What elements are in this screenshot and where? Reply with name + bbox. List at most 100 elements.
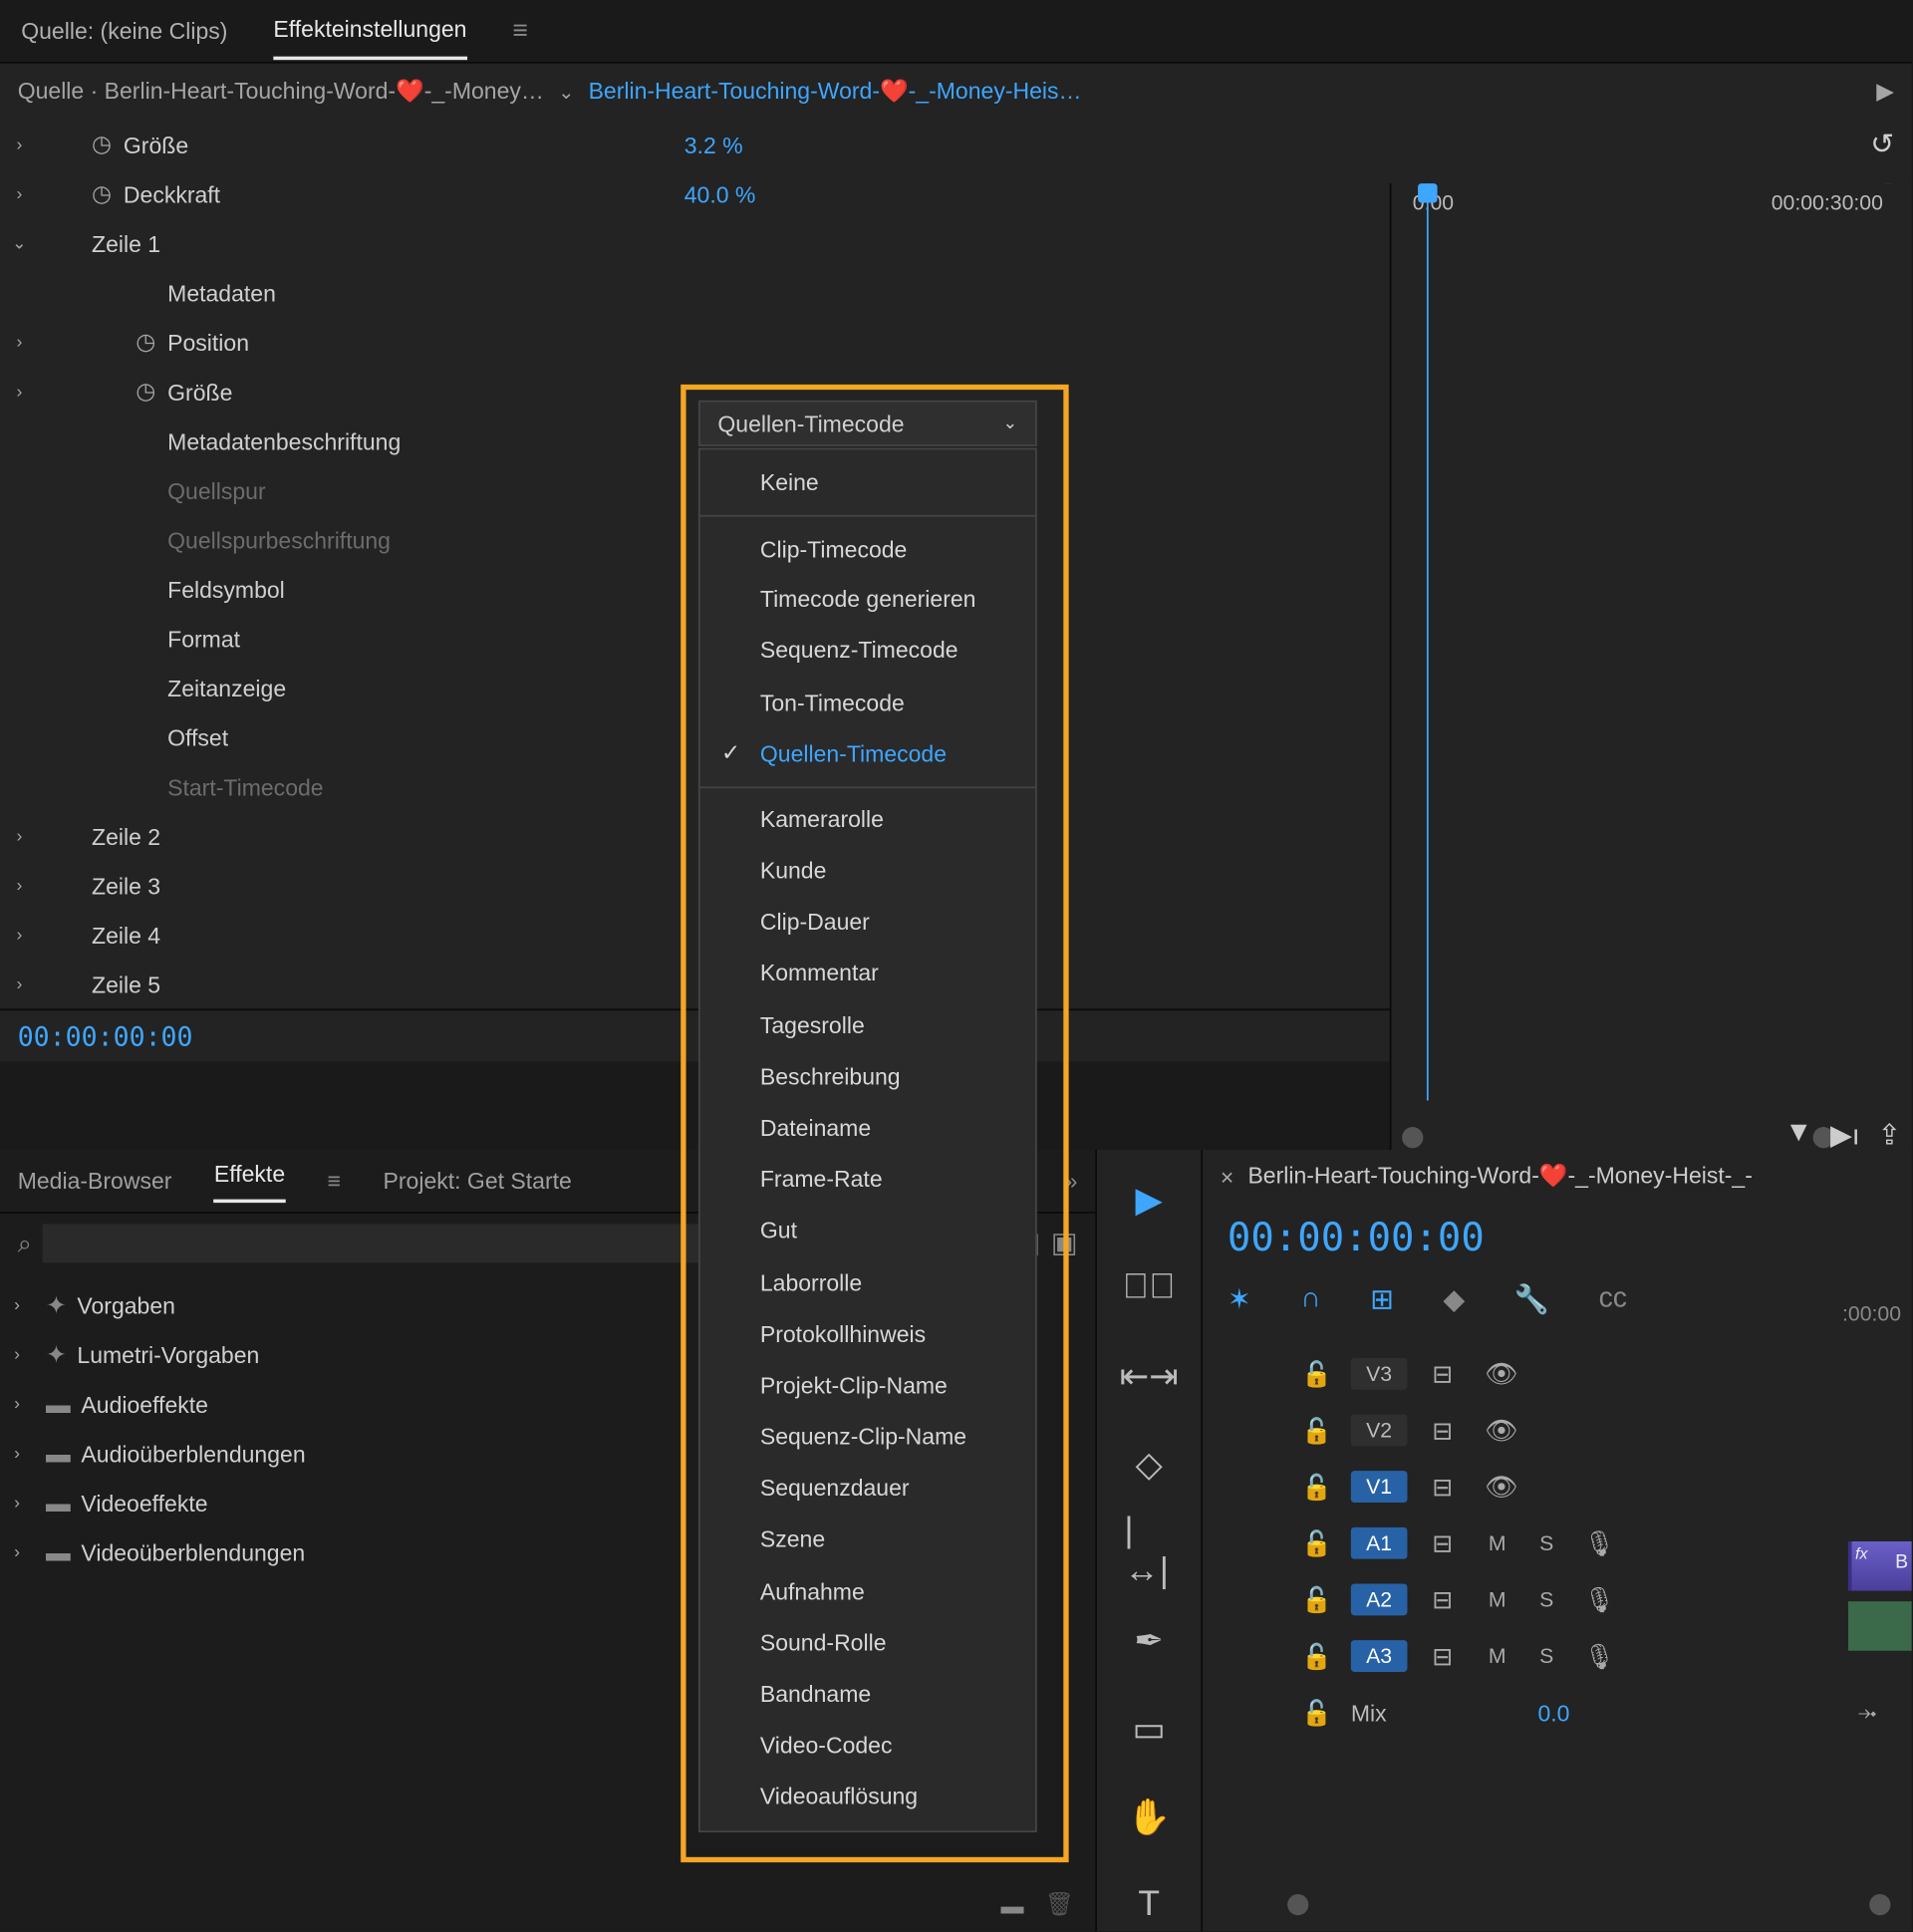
dropdown-item[interactable]: Szene [700,1514,1035,1565]
new-bin-icon[interactable]: ▬ [1000,1891,1023,1918]
eye-icon[interactable]: 👁 [1485,1358,1512,1390]
cc-icon[interactable]: cc [1599,1284,1627,1316]
zoom-handle-left[interactable] [1402,1127,1423,1148]
dropdown-item[interactable]: Video-Codec [700,1720,1035,1772]
dropdown-item[interactable]: Clip-Dauer [700,896,1035,948]
dropdown-item[interactable]: Ton-Timecode [700,677,1035,728]
pen-tool-icon[interactable]: ✒ [1124,1615,1174,1665]
track-a1[interactable]: 🔓A1⊟MS🎙 [1203,1515,1912,1571]
effect-timeline[interactable]: 0:00 00:00:30:00 ▼ ▶ı ⇪ [1390,183,1912,1157]
dropdown-item[interactable]: Gut [700,1205,1035,1256]
badge-icon[interactable]: ▣ [1051,1226,1078,1260]
track-a3[interactable]: 🔓A3⊟MS🎙 [1203,1628,1912,1685]
playhead[interactable] [1427,183,1429,1100]
dropdown-item[interactable]: Timecode generieren [700,574,1035,626]
playhead-timecode[interactable]: 00:00:00:00 [18,1020,193,1052]
export-icon[interactable]: ⇪ [1877,1118,1901,1153]
val-groesse[interactable]: 3.2 % [684,132,743,158]
film-icon[interactable]: ⊟ [1432,1528,1460,1558]
tab-media-browser[interactable]: Media-Browser [18,1168,172,1195]
track-v2[interactable]: 🔓 V2 ⊟ 👁 [1203,1402,1912,1459]
track-label[interactable]: V1 [1351,1471,1408,1503]
ripple-tool-icon[interactable]: ⇤⇥ [1124,1351,1174,1401]
dropdown-item[interactable]: Videoauflösung [700,1772,1035,1823]
tab-project[interactable]: Projekt: Get Starte [384,1168,572,1195]
dropdown-item[interactable]: Beschreibung [700,1050,1035,1102]
dropdown-item[interactable]: Frame-Rate [700,1154,1035,1206]
tab-source[interactable]: Quelle: (keine Clips) [21,4,227,59]
dropdown-item[interactable]: Kommentar [700,948,1035,999]
dropdown-item[interactable]: Sequenz-Timecode [700,625,1035,677]
dropdown-item[interactable]: Sound-Rolle [700,1617,1035,1669]
audio-clip[interactable] [1848,1601,1912,1651]
film-icon[interactable]: ⊟ [1432,1415,1460,1445]
zoom-scrollbar[interactable] [1402,1125,1834,1150]
dropdown-item[interactable]: Kunde [700,845,1035,897]
dropdown-item[interactable]: Kamerarolle [700,786,1035,844]
val-deckkraft[interactable]: 40.0 % [684,180,756,207]
track-label[interactable]: A3 [1351,1640,1408,1672]
dropdown-item[interactable]: Quellen-Timecode [700,728,1035,780]
slip-tool-icon[interactable]: |↔| [1124,1527,1174,1577]
dropdown-item[interactable]: Aufnahme [700,1565,1035,1617]
dropdown-item[interactable]: Clip-Timecode [700,515,1035,573]
dropdown-item[interactable]: Keine [700,456,1035,508]
output-icon[interactable]: ⤞ [1858,1699,1876,1727]
metadata-dropdown[interactable]: Quellen-Timecode ⌄ [698,401,1037,446]
eye-icon[interactable]: 👁 [1485,1415,1512,1447]
lock-icon[interactable]: 🔓 [1301,1641,1326,1671]
marker-icon[interactable]: ◆ [1443,1282,1465,1317]
film-icon[interactable]: ⊟ [1432,1472,1460,1502]
close-icon[interactable]: × [1221,1163,1233,1190]
dropdown-item[interactable]: Bandname [700,1668,1035,1720]
dropdown-item[interactable]: Projekt-Clip-Name [700,1359,1035,1411]
overflow-icon[interactable]: » [1065,1168,1078,1195]
zoom-handle-right[interactable] [1869,1894,1890,1915]
timeline-zoom-scrollbar[interactable] [1287,1892,1890,1917]
selection-tool-icon[interactable]: ▶ [1124,1175,1174,1225]
dropdown-item[interactable]: Dateiname [700,1102,1035,1154]
mic-icon[interactable]: 🎙 [1583,1641,1614,1671]
panel-menu-icon[interactable]: ≡ [328,1168,341,1195]
type-tool-icon[interactable]: T [1124,1880,1174,1930]
mic-icon[interactable]: 🎙 [1583,1584,1614,1614]
track-v3[interactable]: 🔓V3⊟👁 [1203,1346,1912,1403]
lock-icon[interactable]: 🔓 [1301,1415,1326,1445]
mix-value[interactable]: 0.0 [1537,1699,1569,1726]
trash-icon[interactable]: 🗑 [1045,1890,1074,1918]
film-icon[interactable]: ⊟ [1432,1584,1460,1614]
track-label[interactable]: A1 [1351,1527,1408,1559]
hand-tool-icon[interactable]: ✋ [1124,1792,1174,1841]
filter-icon[interactable]: ▼ [1784,1118,1812,1153]
sequence-timecode[interactable]: 00:00:00:00 [1203,1203,1912,1275]
dropdown-item[interactable]: Laborrolle [700,1256,1035,1308]
track-mix[interactable]: 🔓Mix0.0⤞ [1203,1684,1912,1741]
wrench-icon[interactable]: 🔧 [1514,1282,1549,1317]
lock-icon[interactable]: 🔓 [1301,1359,1326,1389]
snap-icon[interactable]: ✶ [1228,1282,1251,1317]
reset-icon[interactable]: ↺ [1859,127,1894,161]
panel-menu-icon[interactable]: ≡ [512,16,528,46]
sequence-tab-name[interactable]: Berlin-Heart-Touching-Word-❤️-_-Money-He… [1247,1162,1752,1190]
dropdown-item[interactable]: Protokollhinweis [700,1308,1035,1360]
metadata-dropdown-menu[interactable]: KeineClip-TimecodeTimecode generierenSeq… [698,448,1037,1832]
sequence-clip-name[interactable]: Berlin-Heart-Touching-Word-❤️-_-Money-He… [589,78,1082,106]
lock-icon[interactable]: 🔓 [1301,1528,1326,1558]
rectangle-tool-icon[interactable]: ▭ [1124,1704,1174,1754]
eye-icon[interactable]: 👁 [1485,1471,1512,1503]
track-label[interactable]: V2 [1351,1415,1408,1447]
zoom-handle-left[interactable] [1287,1894,1308,1915]
mic-icon[interactable]: 🎙 [1583,1528,1614,1558]
dropdown-item[interactable]: Sequenzdauer [700,1463,1035,1515]
track-label[interactable]: V3 [1351,1358,1408,1390]
track-select-tool-icon[interactable]: ⟶⃞ [1124,1262,1174,1312]
linked-selection-icon[interactable]: ⊞ [1370,1282,1394,1317]
dropdown-item[interactable]: Tagesrolle [700,999,1035,1051]
lock-icon[interactable]: 🔓 [1301,1584,1326,1614]
tab-effects[interactable]: Effekte [214,1160,285,1202]
chevron-down-icon[interactable]: ⌄ [555,81,578,104]
play-icon[interactable]: ▶ [1876,78,1894,106]
play-only-icon[interactable]: ▶ı [1830,1118,1860,1153]
row-groesse[interactable]: ›◷ Größe 3.2 % ↺ [0,120,1912,169]
tab-effect-controls[interactable]: Effekteinstellungen [273,2,466,60]
